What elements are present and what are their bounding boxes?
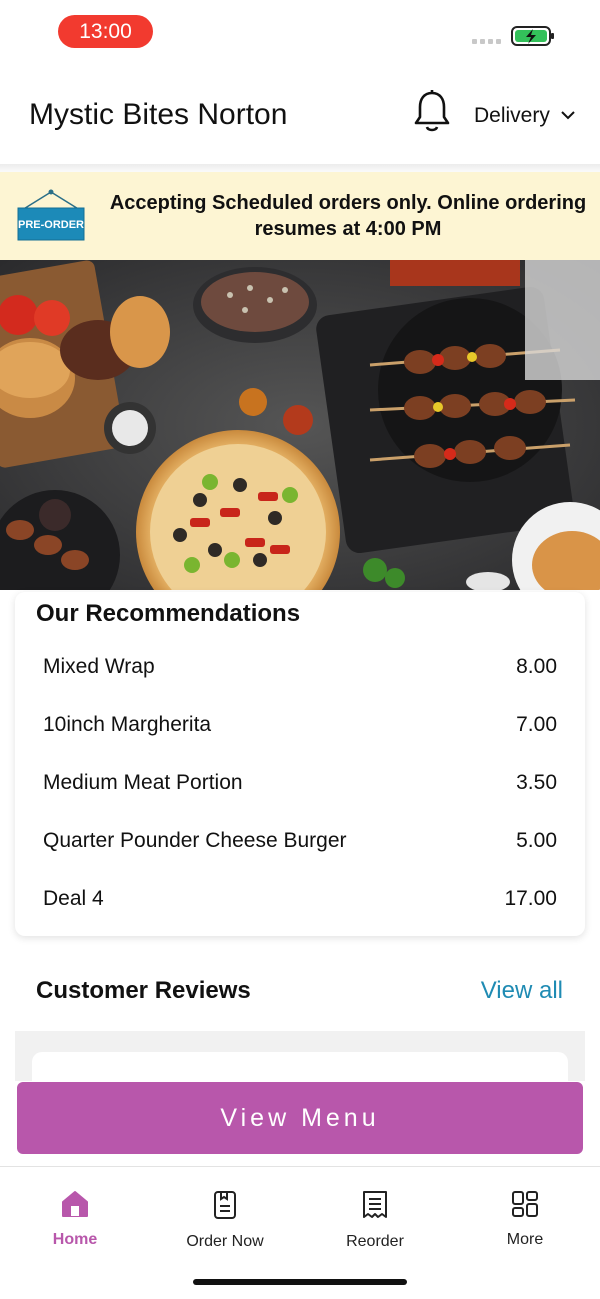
receipt-icon (363, 1191, 387, 1218)
chevron-down-icon[interactable] (560, 108, 576, 122)
bell-icon[interactable] (412, 89, 452, 135)
pre-order-badge-text: PRE-ORDER (18, 219, 84, 231)
food-spread-illustration (0, 260, 600, 590)
item-name: Quarter Pounder Cheese Burger (43, 829, 347, 852)
app-header: Mystic Bites Norton Delivery (0, 64, 600, 164)
cellular-signal-icon (472, 39, 501, 44)
status-bar: 13:00 (0, 0, 600, 64)
battery-charging-icon (511, 26, 554, 46)
view-menu-button[interactable]: View Menu (17, 1082, 583, 1154)
tab-label: Home (52, 1231, 98, 1248)
tab-reorder[interactable]: Reorder (320, 1189, 430, 1251)
recommendation-item[interactable]: 10inch Margherita 7.00 (43, 705, 557, 745)
restaurant-name: Mystic Bites Norton (29, 98, 288, 131)
recommendations-title: Our Recommendations (36, 600, 301, 627)
home-indicator[interactable] (193, 1279, 407, 1285)
recommendations-card: Our Recommendations Mixed Wrap 8.00 10in… (15, 592, 585, 936)
recommendation-item[interactable]: Quarter Pounder Cheese Burger 5.00 (43, 821, 557, 861)
status-time: 13:00 (58, 15, 153, 48)
tab-home[interactable]: Home (20, 1189, 130, 1249)
preorder-notice-banner: PRE-ORDER Accepting Scheduled orders onl… (0, 172, 600, 260)
header-divider (0, 164, 600, 172)
grid-icon (512, 1191, 538, 1217)
recommendation-item[interactable]: Mixed Wrap 8.00 (43, 647, 557, 687)
tab-label: Order Now (186, 1233, 264, 1250)
view-all-reviews-link[interactable]: View all (481, 977, 563, 1005)
notice-text: Accepting Scheduled orders only. Online … (109, 192, 587, 240)
tab-order-now[interactable]: Order Now (170, 1189, 280, 1251)
hero-food-image (0, 260, 600, 590)
customer-reviews-section: Customer Reviews View all (15, 951, 585, 1031)
recommendation-item[interactable]: Deal 4 17.00 (43, 879, 557, 919)
item-name: Medium Meat Portion (43, 771, 243, 794)
tab-label: Reorder (346, 1233, 404, 1250)
reviews-title: Customer Reviews (36, 977, 251, 1004)
pre-order-sign-icon: PRE-ORDER (17, 189, 85, 241)
item-name: Mixed Wrap (43, 655, 155, 678)
item-price: 8.00 (516, 655, 557, 678)
item-name: 10inch Margherita (43, 713, 212, 736)
item-price: 7.00 (516, 713, 557, 736)
recommendation-item[interactable]: Medium Meat Portion 3.50 (43, 763, 557, 803)
item-price: 17.00 (504, 887, 557, 910)
order-icon (214, 1191, 236, 1219)
item-name: Deal 4 (43, 887, 104, 910)
home-icon (62, 1191, 88, 1217)
tab-more[interactable]: More (470, 1189, 580, 1249)
delivery-mode-selector[interactable]: Delivery (474, 104, 550, 128)
tab-label: More (506, 1231, 544, 1248)
item-price: 3.50 (516, 771, 557, 794)
item-price: 5.00 (516, 829, 557, 852)
